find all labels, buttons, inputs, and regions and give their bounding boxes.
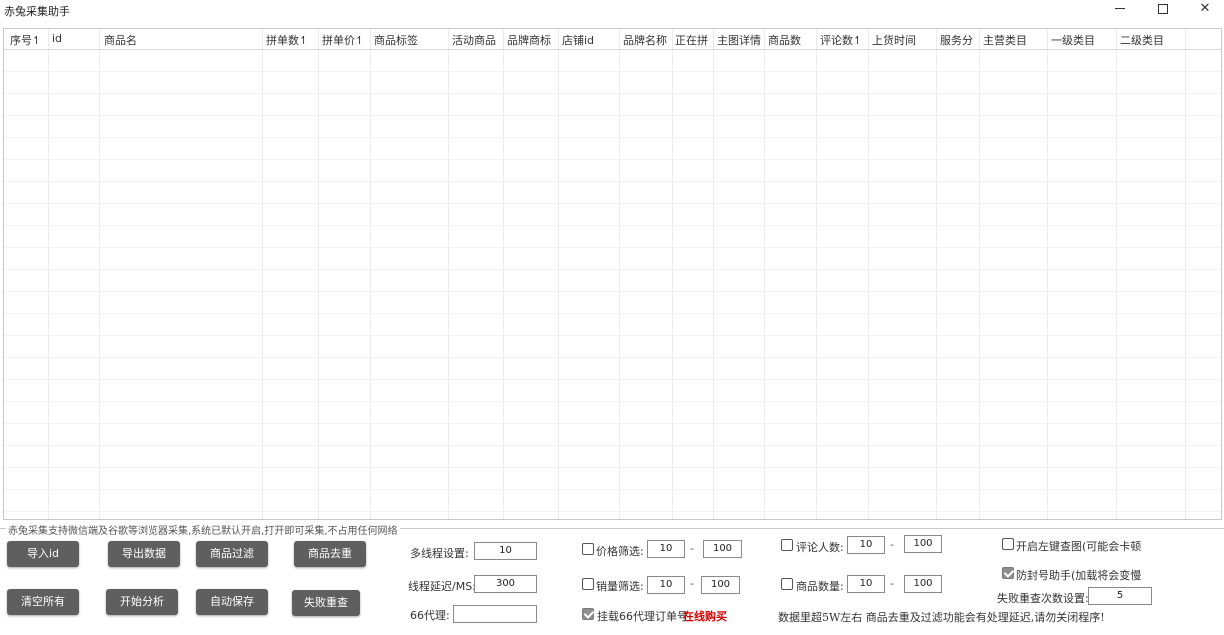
left-click-preview-checkbox[interactable] — [1002, 538, 1014, 550]
close-icon[interactable]: ✕ — [1184, 0, 1224, 18]
price-range-dash: - — [690, 542, 694, 555]
window-title: 赤兔采集助手 — [4, 5, 70, 18]
proxy-label: 66代理: — [410, 609, 450, 622]
sales-range-dash: - — [690, 577, 694, 590]
price-filter-checkbox[interactable] — [582, 543, 594, 555]
reviewers-min-input[interactable]: 10 — [847, 536, 885, 554]
column-header-review-count[interactable]: 评论数↿ — [820, 32, 862, 48]
export-data-button[interactable]: 导出数据 — [108, 541, 180, 567]
column-header-level1-category[interactable]: 一级类目 — [1051, 32, 1095, 48]
price-max-input[interactable]: 100 — [703, 540, 742, 558]
auto-save-button[interactable]: 自动保存 — [196, 589, 268, 615]
goods-qty-range-dash: - — [890, 577, 894, 590]
maximize-icon[interactable] — [1142, 0, 1184, 18]
reviewers-range-dash: - — [890, 538, 894, 551]
threads-input[interactable]: 10 — [474, 542, 537, 560]
column-header-brand-trademark[interactable]: 品牌商标 — [507, 32, 551, 48]
goods-qty-filter-checkbox[interactable] — [781, 578, 793, 590]
column-header-group-price[interactable]: 拼单价↿ — [322, 32, 364, 48]
clear-all-button[interactable]: 清空所有 — [7, 589, 79, 615]
delay-input[interactable]: 300 — [474, 575, 537, 593]
column-header-product-tags[interactable]: 商品标签 — [374, 32, 418, 48]
column-header-goods-count[interactable]: 商品数 — [768, 32, 801, 48]
goods-qty-max-input[interactable]: 100 — [904, 575, 942, 593]
column-header-group-count[interactable]: 拼单数↿ — [266, 32, 308, 48]
column-header-promo-goods[interactable]: 活动商品 — [452, 32, 496, 48]
column-header-brand-name[interactable]: 品牌名称 — [623, 32, 667, 48]
column-header-product-name[interactable]: 商品名 — [104, 32, 137, 48]
retry-count-input[interactable]: 5 — [1088, 587, 1152, 605]
notice-text: 数据里超5W左右 商品去重及过滤功能会有处理延迟,请勿关闭程序! — [778, 611, 1105, 624]
threads-label: 多线程设置: — [410, 547, 469, 560]
column-header-id[interactable]: id — [52, 32, 62, 45]
column-header-service-score[interactable]: 服务分 — [940, 32, 973, 48]
import-id-button[interactable]: 导入id — [7, 541, 79, 567]
reviewers-filter-label: 评论人数: — [796, 541, 844, 554]
sales-filter-checkbox[interactable] — [582, 578, 594, 590]
anti-ban-checkbox[interactable] — [1002, 567, 1014, 579]
column-header-index[interactable]: 序号↿ — [10, 32, 41, 48]
results-table[interactable]: 序号↿ id 商品名 拼单数↿ 拼单价↿ 商品标签 活动商品 品牌商标 店铺id… — [3, 28, 1222, 520]
goods-qty-filter-label: 商品数量: — [796, 580, 844, 593]
reviewers-max-input[interactable]: 100 — [904, 535, 942, 553]
left-click-preview-label: 开启左键查图(可能会卡顿 — [1016, 540, 1142, 553]
sales-min-input[interactable]: 10 — [647, 576, 685, 594]
proxy-mount-checkbox[interactable] — [582, 608, 594, 620]
price-filter-label: 价格筛选: — [596, 545, 644, 558]
anti-ban-label: 防封号助手(加载将会变慢 — [1016, 569, 1142, 582]
minimize-icon[interactable] — [1099, 0, 1141, 18]
column-header-listing-time[interactable]: 上货时间 — [872, 32, 916, 48]
title-bar: 赤兔采集助手 ✕ — [0, 0, 1224, 20]
price-min-input[interactable]: 10 — [647, 540, 685, 558]
group-caption: 赤兔采集支持微信端及谷歌等浏览器采集,系统已默认开启,打开即可采集,不占用任何网… — [6, 522, 400, 537]
reviewers-filter-checkbox[interactable] — [781, 539, 793, 551]
proxy-mount-label: 挂载66代理订单号 — [597, 610, 688, 623]
sales-max-input[interactable]: 100 — [701, 576, 740, 594]
filter-goods-button[interactable]: 商品过滤 — [196, 541, 268, 567]
retry-count-label: 失败重查次数设置: — [997, 592, 1089, 605]
dedupe-goods-button[interactable]: 商品去重 — [294, 541, 366, 567]
goods-qty-min-input[interactable]: 10 — [847, 575, 885, 593]
delay-label: 线程延迟/MS: — [408, 580, 476, 593]
column-header-main-category[interactable]: 主营类目 — [983, 32, 1027, 48]
column-header-main-image-detail[interactable]: 主图详情 — [717, 32, 761, 48]
sales-filter-label: 销量筛选: — [596, 580, 644, 593]
column-header-shop-id[interactable]: 店铺id — [562, 32, 594, 48]
start-analysis-button[interactable]: 开始分析 — [106, 589, 178, 615]
column-header-level2-category[interactable]: 二级类目 — [1120, 32, 1164, 48]
column-header-grouping-now[interactable]: 正在拼 — [675, 32, 708, 48]
proxy-input[interactable] — [453, 605, 537, 623]
buy-online-link[interactable]: 在线购买 — [683, 608, 727, 624]
retry-failed-button[interactable]: 失败重查 — [292, 590, 360, 616]
table-header: 序号↿ id 商品名 拼单数↿ 拼单价↿ 商品标签 活动商品 品牌商标 店铺id… — [4, 29, 1221, 50]
